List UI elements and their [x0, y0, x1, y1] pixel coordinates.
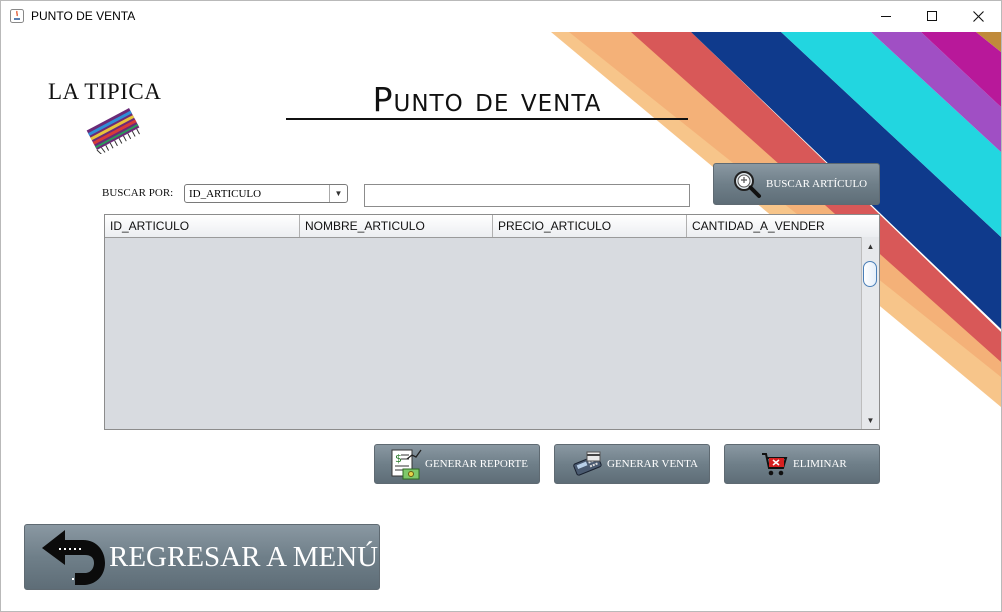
search-article-button[interactable]: BUSCAR ARTÍCULO — [713, 163, 880, 205]
search-input[interactable] — [364, 184, 690, 207]
scroll-up-icon[interactable]: ▲ — [862, 239, 879, 253]
page-title: Punto de venta — [372, 80, 602, 119]
logo-text: LA TIPICA — [48, 79, 162, 104]
scroll-down-icon[interactable]: ▼ — [862, 413, 879, 427]
generate-sale-button[interactable]: GENERAR VENTA — [554, 444, 710, 484]
column-header-id[interactable]: ID_ARTICULO — [105, 215, 300, 237]
close-icon — [972, 11, 984, 22]
cart-remove-icon — [759, 450, 789, 478]
back-to-menu-label: REGRESAR A MENÚ — [109, 540, 379, 573]
return-arrow-icon — [39, 527, 107, 587]
table-scrollbar[interactable]: ▲ ▼ — [861, 237, 879, 429]
search-article-label: BUSCAR ARTÍCULO — [766, 178, 868, 190]
back-to-menu-button[interactable]: REGRESAR A MENÚ — [24, 524, 380, 590]
logo-textile-icon — [86, 108, 140, 154]
close-button[interactable] — [955, 1, 1001, 32]
scroll-thumb[interactable] — [863, 261, 877, 287]
magnifier-icon — [730, 169, 764, 199]
report-money-icon: $ — [388, 447, 424, 481]
java-app-icon — [10, 9, 24, 23]
svg-text:$: $ — [395, 452, 402, 465]
delete-label: ELIMINAR — [793, 458, 847, 470]
delete-button[interactable]: ELIMINAR — [724, 444, 880, 484]
column-header-name[interactable]: NOMBRE_ARTICULO — [300, 215, 493, 237]
chevron-down-icon[interactable]: ▼ — [329, 185, 347, 202]
table-header: ID_ARTICULO NOMBRE_ARTICULO PRECIO_ARTIC… — [105, 215, 879, 238]
card-terminal-icon — [571, 449, 605, 479]
maximize-button[interactable] — [909, 1, 955, 32]
app-window: PUNTO DE VENTA LA TIPICA Punto de venta … — [0, 0, 1002, 612]
column-header-quantity[interactable]: CANTIDAD_A_VENDER — [687, 215, 879, 237]
maximize-icon — [926, 11, 937, 21]
column-header-price[interactable]: PRECIO_ARTICULO — [493, 215, 687, 237]
title-bar[interactable]: PUNTO DE VENTA — [1, 1, 1001, 32]
search-field-select[interactable]: ID_ARTICULO ▼ — [184, 184, 348, 203]
generate-report-button[interactable]: $ GENERAR REPORTE — [374, 444, 540, 484]
title-underline — [286, 118, 688, 120]
search-by-label: BUSCAR POR: — [102, 187, 174, 199]
generate-sale-label: GENERAR VENTA — [607, 458, 698, 470]
minimize-icon — [880, 16, 891, 17]
main-panel: LA TIPICA Punto de venta BUSCAR POR: ID_… — [1, 32, 1001, 611]
articles-table[interactable]: ID_ARTICULO NOMBRE_ARTICULO PRECIO_ARTIC… — [104, 214, 880, 430]
minimize-button[interactable] — [863, 1, 909, 32]
window-title: PUNTO DE VENTA — [31, 9, 136, 23]
generate-report-label: GENERAR REPORTE — [425, 458, 528, 470]
search-field-value: ID_ARTICULO — [189, 188, 262, 200]
